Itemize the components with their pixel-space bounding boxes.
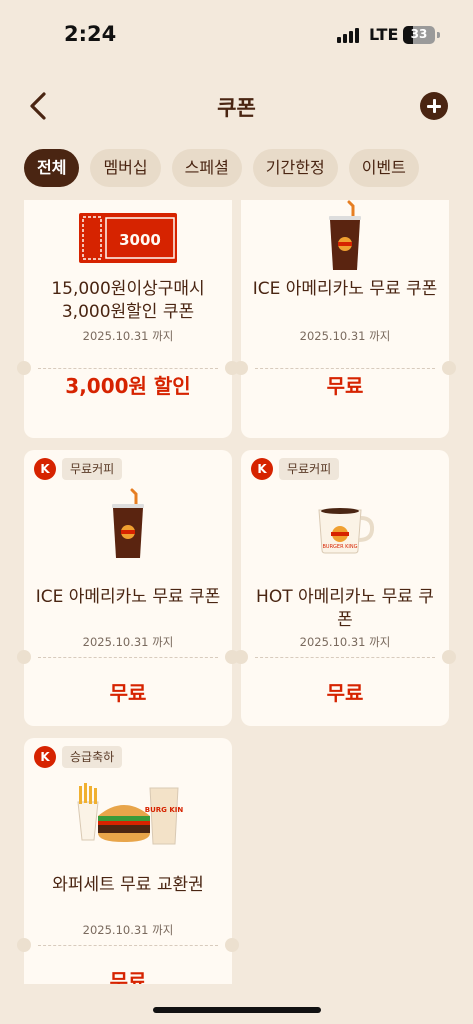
ticket-notch: [17, 938, 31, 952]
coupon-name: ICE 아메리카노 무료 쿠폰: [252, 279, 438, 299]
brand-badge: K: [34, 746, 56, 768]
divider: [38, 368, 218, 369]
coupon-value: 무료: [109, 681, 147, 705]
ticket-notch: [442, 650, 456, 664]
coupon-tag: 승급축하: [62, 746, 123, 768]
brand-badge: K: [34, 458, 56, 480]
battery-cap: [437, 32, 440, 38]
iced-americano-icon: [329, 200, 361, 270]
status-bar: 2:24 LTE 33: [0, 0, 473, 70]
divider: [255, 657, 435, 658]
coupon-value: 무료: [326, 681, 364, 705]
category-tabs: 전체 멤버십 스페셜 기간한정 이벤트: [24, 149, 419, 187]
ticket-notch: [225, 938, 239, 952]
coupon-value: 무료: [326, 374, 364, 398]
battery-level: 33: [410, 27, 428, 41]
coupon-name: ICE 아메리카노 무료 쿠폰: [35, 587, 221, 607]
coupon-card[interactable]: K 무료커피 BURGER KING HOT 아메리카노 무료 쿠폰 2025.…: [234, 450, 456, 726]
iced-americano-icon: [112, 488, 144, 558]
ticket-notch: [17, 650, 31, 664]
tab-membership[interactable]: 멤버십: [90, 149, 161, 187]
signal-icon: [337, 28, 361, 43]
ticket-notch: [234, 650, 248, 664]
tab-special[interactable]: 스페셜: [171, 149, 242, 187]
coupon-tag: 무료커피: [62, 458, 123, 480]
divider: [38, 657, 218, 658]
coupon-card[interactable]: K 무료커피 ICE 아메리카노 무료 쿠폰 2025.10.31 까지 무료: [17, 450, 239, 726]
coupon-tag: 무료커피: [279, 458, 340, 480]
add-coupon-button[interactable]: [420, 92, 448, 120]
coupon-date: 2025.10.31 까지: [299, 329, 391, 343]
coupon-value: 무료: [109, 969, 147, 984]
coupon-card[interactable]: 3000 15,000원이상구매시 3,000원할인 쿠폰 2025.10.31…: [17, 200, 239, 438]
coupon-name: HOT 아메리카노 무료 쿠폰: [256, 587, 434, 630]
coupon-card[interactable]: K 승급축하 BURG KIN 와퍼세트 무료 교환권 2025.10.31 까…: [17, 738, 239, 984]
tab-limited[interactable]: 기간한정: [252, 149, 338, 187]
coupon-value: 3,000원 할인: [65, 374, 191, 398]
status-time: 2:24: [64, 22, 117, 46]
tab-all[interactable]: 전체: [24, 149, 80, 187]
coupon-name: 15,000원이상구매시 3,000원할인 쿠폰: [51, 279, 205, 322]
whopper-set-icon: BURG KIN: [77, 783, 184, 845]
mug-logo-text: BURGER KING: [322, 544, 357, 550]
home-indicator: [153, 1007, 321, 1013]
cup-logo-text: BURG KIN: [145, 806, 184, 814]
app-header: 쿠폰: [0, 80, 473, 132]
network-label: LTE: [369, 25, 399, 44]
coupon-list: 3000 15,000원이상구매시 3,000원할인 쿠폰 2025.10.31…: [0, 200, 473, 984]
coupon-date: 2025.10.31 까지: [299, 635, 391, 649]
battery-icon: 33: [403, 26, 435, 44]
coupon-date: 2025.10.31 까지: [82, 923, 174, 937]
coupon-date: 2025.10.31 까지: [82, 635, 174, 649]
divider: [255, 368, 435, 369]
coupon-card[interactable]: ICE 아메리카노 무료 쿠폰 2025.10.31 까지 무료: [234, 200, 456, 438]
voucher-icon: 3000: [79, 213, 177, 263]
page-title: 쿠폰: [217, 96, 256, 120]
brand-badge: K: [251, 458, 273, 480]
tab-event[interactable]: 이벤트: [348, 149, 419, 187]
coupon-date: 2025.10.31 까지: [82, 329, 174, 343]
voucher-amount: 3000: [119, 231, 161, 249]
coupon-name: 와퍼세트 무료 교환권: [52, 875, 204, 895]
hot-americano-icon: BURGER KING: [318, 508, 375, 554]
divider: [38, 945, 218, 946]
